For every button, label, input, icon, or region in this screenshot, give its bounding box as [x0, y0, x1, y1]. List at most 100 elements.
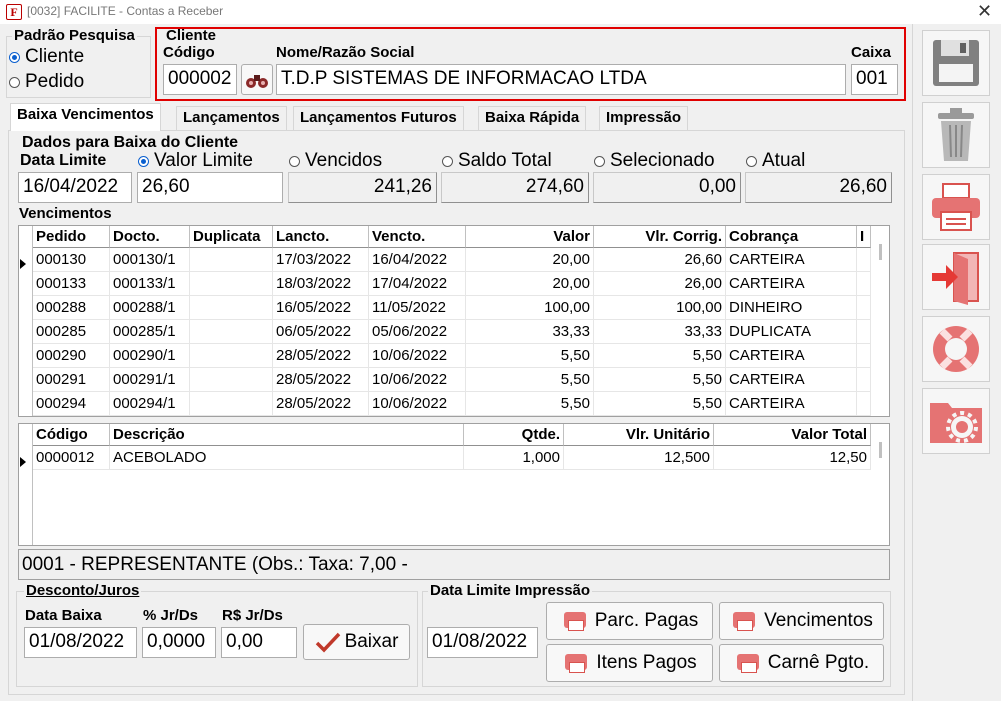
column-header[interactable]: Lancto. — [273, 226, 369, 248]
column-header[interactable]: Duplicata — [190, 226, 273, 248]
table-cell[interactable]: 000285 — [33, 320, 110, 344]
exit-button[interactable] — [922, 244, 990, 310]
table-cell[interactable]: CARTEIRA — [726, 248, 857, 272]
table-cell[interactable]: 000294/1 — [110, 392, 190, 416]
grid-scrollbar[interactable] — [879, 442, 882, 458]
table-cell[interactable]: 5,50 — [594, 368, 726, 392]
itens-pagos-button[interactable]: Itens Pagos — [546, 644, 713, 682]
table-cell[interactable] — [857, 272, 871, 296]
column-header[interactable]: Vlr. Corrig. — [594, 226, 726, 248]
table-cell[interactable] — [857, 320, 871, 344]
radio-selecionado[interactable]: Selecionado — [594, 150, 715, 172]
radio-valor-limite[interactable]: Valor Limite — [138, 150, 253, 172]
table-cell[interactable]: 000285/1 — [110, 320, 190, 344]
table-cell[interactable]: 5,50 — [594, 392, 726, 416]
table-cell[interactable]: 000291/1 — [110, 368, 190, 392]
table-cell[interactable]: 100,00 — [594, 296, 726, 320]
column-header[interactable]: Código — [33, 424, 110, 446]
table-cell[interactable]: 12,50 — [714, 446, 871, 470]
table-cell[interactable]: 5,50 — [466, 392, 594, 416]
table-cell[interactable]: 18/03/2022 — [273, 272, 369, 296]
table-cell[interactable]: 000133 — [33, 272, 110, 296]
column-header[interactable]: Valor — [466, 226, 594, 248]
table-cell[interactable] — [857, 392, 871, 416]
table-cell[interactable] — [857, 344, 871, 368]
table-cell[interactable]: 28/05/2022 — [273, 368, 369, 392]
table-cell[interactable] — [857, 248, 871, 272]
table-cell[interactable]: ACEBOLADO — [110, 446, 464, 470]
parc-pagas-button[interactable]: Parc. Pagas — [546, 602, 713, 640]
column-header[interactable]: Pedido — [33, 226, 110, 248]
close-button[interactable]: ✕ — [968, 0, 1001, 24]
table-cell[interactable]: 20,00 — [466, 272, 594, 296]
column-header[interactable]: Vencto. — [369, 226, 466, 248]
codigo-input[interactable]: 000002 — [163, 64, 237, 95]
settings-button[interactable] — [922, 388, 990, 454]
table-cell[interactable] — [190, 272, 273, 296]
table-cell[interactable]: DINHEIRO — [726, 296, 857, 320]
table-cell[interactable] — [190, 344, 273, 368]
table-cell[interactable]: 26,00 — [594, 272, 726, 296]
table-cell[interactable] — [190, 320, 273, 344]
search-client-button[interactable] — [241, 64, 273, 95]
table-cell[interactable]: 28/05/2022 — [273, 344, 369, 368]
table-cell[interactable]: 10/06/2022 — [369, 344, 466, 368]
table-cell[interactable] — [190, 368, 273, 392]
radio-saldo-total[interactable]: Saldo Total — [442, 150, 552, 172]
table-cell[interactable]: 12,500 — [564, 446, 714, 470]
table-cell[interactable]: 16/04/2022 — [369, 248, 466, 272]
table-cell[interactable]: 000288/1 — [110, 296, 190, 320]
valor-limite-input[interactable]: 26,60 — [137, 172, 283, 203]
baixar-button[interactable]: Baixar — [303, 624, 410, 660]
table-cell[interactable]: 33,33 — [594, 320, 726, 344]
table-cell[interactable]: 000130/1 — [110, 248, 190, 272]
data-baixa-input[interactable]: 01/08/2022 — [24, 627, 137, 658]
vencimentos-print-button[interactable]: Vencimentos — [719, 602, 884, 640]
table-cell[interactable]: 33,33 — [466, 320, 594, 344]
table-cell[interactable]: 06/05/2022 — [273, 320, 369, 344]
tab-lancamentos-futuros[interactable]: Lançamentos Futuros — [293, 106, 464, 130]
table-cell[interactable]: CARTEIRA — [726, 344, 857, 368]
table-cell[interactable]: 17/03/2022 — [273, 248, 369, 272]
grid-scrollbar[interactable] — [879, 244, 882, 260]
table-cell[interactable]: 1,000 — [464, 446, 564, 470]
table-cell[interactable]: 0000012 — [33, 446, 110, 470]
data-limite-input[interactable]: 16/04/2022 — [18, 172, 132, 203]
carne-pgto-button[interactable]: Carnê Pgto. — [719, 644, 884, 682]
column-header[interactable]: Descrição — [110, 424, 464, 446]
tab-baixa-rapida[interactable]: Baixa Rápida — [478, 106, 587, 130]
table-cell[interactable]: 5,50 — [594, 344, 726, 368]
table-cell[interactable]: CARTEIRA — [726, 368, 857, 392]
column-header[interactable]: Vlr. Unitário — [564, 424, 714, 446]
table-cell[interactable]: 10/06/2022 — [369, 392, 466, 416]
table-cell[interactable]: 16/05/2022 — [273, 296, 369, 320]
vencimentos-grid[interactable]: Pedido Docto. Duplicata Lancto. Vencto. Valor… — [18, 225, 890, 417]
nome-input[interactable]: T.D.P SISTEMAS DE INFORMACAO LTDA — [276, 64, 846, 95]
column-header[interactable]: Valor Total — [714, 424, 871, 446]
radio-atual[interactable]: Atual — [746, 150, 805, 172]
table-cell[interactable]: 28/05/2022 — [273, 392, 369, 416]
column-header[interactable]: Qtde. — [464, 424, 564, 446]
table-cell[interactable]: 26,60 — [594, 248, 726, 272]
save-button[interactable] — [922, 30, 990, 96]
table-cell[interactable]: 100,00 — [466, 296, 594, 320]
rs-input[interactable]: 0,00 — [221, 627, 297, 658]
table-cell[interactable]: 5,50 — [466, 368, 594, 392]
column-header[interactable]: Cobrança — [726, 226, 857, 248]
table-cell[interactable]: 000294 — [33, 392, 110, 416]
table-cell[interactable]: 05/06/2022 — [369, 320, 466, 344]
table-cell[interactable]: 5,50 — [466, 344, 594, 368]
table-cell[interactable]: 000291 — [33, 368, 110, 392]
table-cell[interactable]: 20,00 — [466, 248, 594, 272]
print-button[interactable] — [922, 174, 990, 240]
table-cell[interactable]: 000288 — [33, 296, 110, 320]
help-button[interactable] — [922, 316, 990, 382]
table-cell[interactable]: 10/06/2022 — [369, 368, 466, 392]
tab-baixa-vencimentos[interactable]: Baixa Vencimentos — [10, 103, 161, 131]
itens-grid[interactable]: Código Descrição Qtde. Vlr. Unitário Valor T… — [18, 423, 890, 546]
table-cell[interactable]: 000290/1 — [110, 344, 190, 368]
caixa-input[interactable]: 001 — [851, 64, 898, 95]
tab-impressao[interactable]: Impressão — [599, 106, 689, 130]
column-header[interactable]: I — [857, 226, 871, 248]
table-cell[interactable]: 11/05/2022 — [369, 296, 466, 320]
